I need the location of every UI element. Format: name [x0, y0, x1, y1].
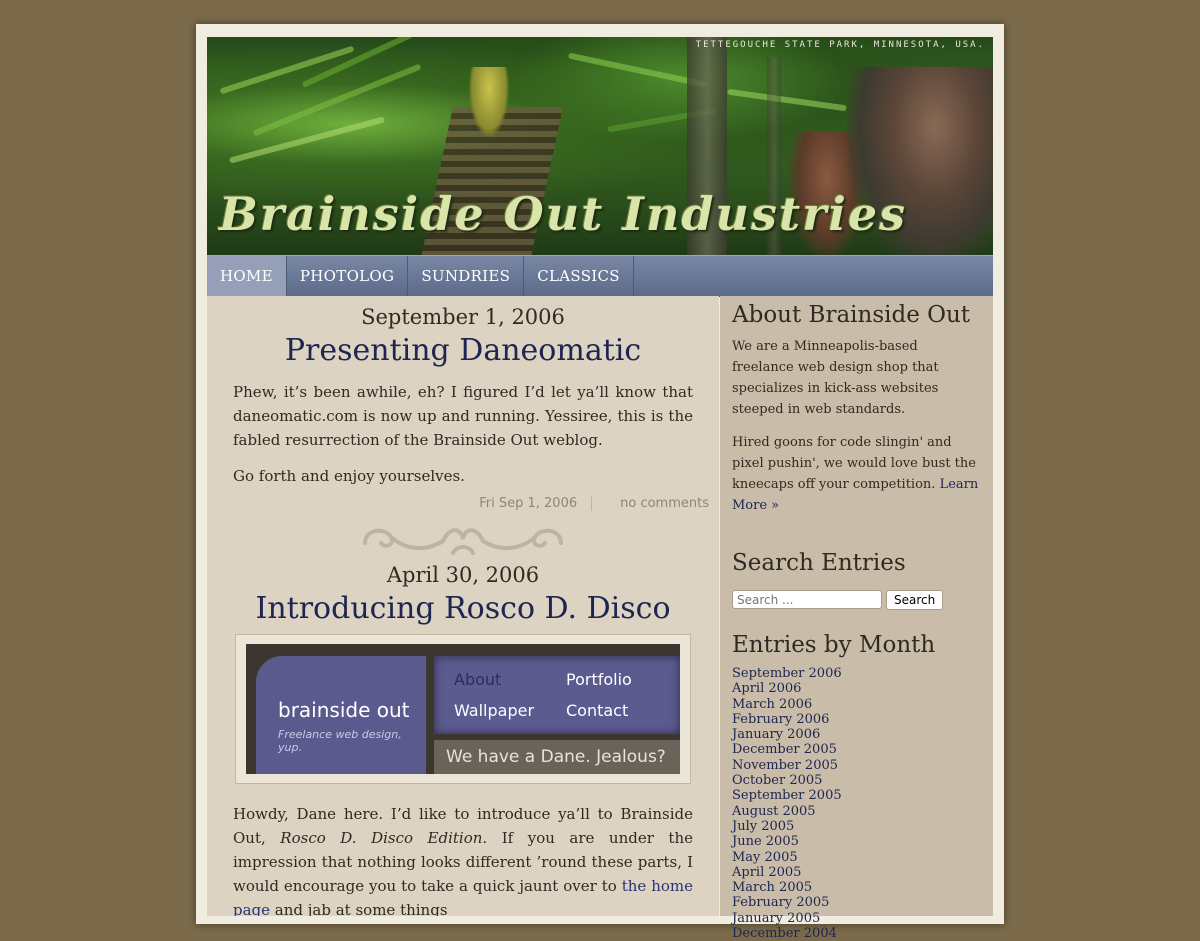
month-archive-link[interactable]: December 2004 [732, 926, 981, 941]
search-heading: Search Entries [732, 550, 906, 576]
comments-link[interactable]: no comments [606, 496, 709, 511]
post-date: September 1, 2006 [361, 305, 565, 329]
month-archive-link[interactable]: April 2006 [732, 681, 981, 696]
post-title[interactable]: Introducing Rosco D. Disco [207, 591, 719, 626]
screenshot-logo: brainside out Freelance web design, yup. [256, 656, 426, 774]
hiker-figure [469, 67, 509, 137]
nav-sundries[interactable]: SUNDRIES [408, 256, 525, 296]
nav-classics[interactable]: CLASSICS [524, 256, 634, 296]
main-nav: HOME PHOTOLOG SUNDRIES CLASSICS [207, 255, 993, 297]
post-meta-date: Fri Sep 1, 2006 [479, 496, 578, 511]
divider-ornament-icon [207, 521, 719, 561]
main-content: September 1, 2006 Presenting Daneomatic … [207, 296, 719, 916]
post-paragraph: Howdy, Dane here. I’d like to introduce … [233, 802, 693, 916]
month-archive-link[interactable]: May 2005 [732, 850, 981, 865]
post-title[interactable]: Presenting Daneomatic [207, 333, 719, 368]
post-screenshot: brainside out Freelance web design, yup.… [235, 634, 691, 784]
post-paragraph: Go forth and enjoy yourselves. [233, 467, 465, 485]
page-container: TETTEGOUCHE STATE PARK, MINNESOTA, USA. … [196, 24, 1004, 941]
screenshot-image: brainside out Freelance web design, yup.… [246, 644, 680, 774]
sidebar: About Brainside Out We are a Minneapolis… [720, 296, 993, 941]
banner-location: TETTEGOUCHE STATE PARK, MINNESOTA, USA. [695, 40, 985, 50]
post-meta: Fri Sep 1, 2006 no comments [207, 496, 709, 511]
nav-home[interactable]: HOME [207, 256, 287, 296]
post: September 1, 2006 Presenting Daneomatic … [207, 305, 719, 511]
month-archive-link[interactable]: September 2005 [732, 788, 981, 803]
month-archive-link[interactable]: January 2005 [732, 911, 981, 926]
about-heading: About Brainside Out [732, 302, 971, 328]
post-body: Howdy, Dane here. I’d like to introduce … [233, 802, 693, 916]
month-archive-link[interactable]: July 2005 [732, 819, 981, 834]
month-archive-link[interactable]: February 2005 [732, 895, 981, 910]
screenshot-footer: We have a Dane. Jealous? [434, 740, 680, 774]
daneomatic-link[interactable]: daneomatic.com [233, 407, 358, 425]
month-archive-link[interactable]: September 2006 [732, 666, 981, 681]
about-text-2: Hired goons for code slingin' and pixel … [732, 435, 979, 513]
months-heading: Entries by Month [732, 632, 936, 658]
month-archive-link[interactable]: February 2006 [732, 712, 981, 727]
search-form: Search [732, 590, 981, 610]
screenshot-menu: About Portfolio Wallpaper Contact [434, 656, 680, 734]
month-archive-link[interactable]: June 2005 [732, 834, 981, 849]
about-text: We are a Minneapolis-based freelance web… [732, 339, 939, 417]
search-input[interactable] [732, 590, 882, 609]
month-archive-link[interactable]: March 2006 [732, 697, 981, 712]
month-archive-link[interactable]: December 2005 [732, 742, 981, 757]
site-logo-title[interactable]: Brainside Out Industries [219, 187, 907, 241]
month-archive-link[interactable]: August 2005 [732, 804, 981, 819]
post-paragraph: Phew, it’s been awhile, eh? I figured I’… [233, 383, 693, 449]
post: April 30, 2006 Introducing Rosco D. Disc… [207, 563, 719, 916]
nav-photolog[interactable]: PHOTOLOG [287, 256, 409, 296]
post-date: April 30, 2006 [386, 563, 540, 587]
header-banner: TETTEGOUCHE STATE PARK, MINNESOTA, USA. … [207, 37, 993, 255]
month-archive-link[interactable]: January 2006 [732, 727, 981, 742]
month-archive-link[interactable]: November 2005 [732, 758, 981, 773]
month-archive-link[interactable]: April 2005 [732, 865, 981, 880]
month-archive-link[interactable]: October 2005 [732, 773, 981, 788]
search-button[interactable]: Search [886, 590, 944, 610]
month-archive-link[interactable]: March 2005 [732, 880, 981, 895]
post-body: Phew, it’s been awhile, eh? I figured I’… [233, 380, 693, 488]
